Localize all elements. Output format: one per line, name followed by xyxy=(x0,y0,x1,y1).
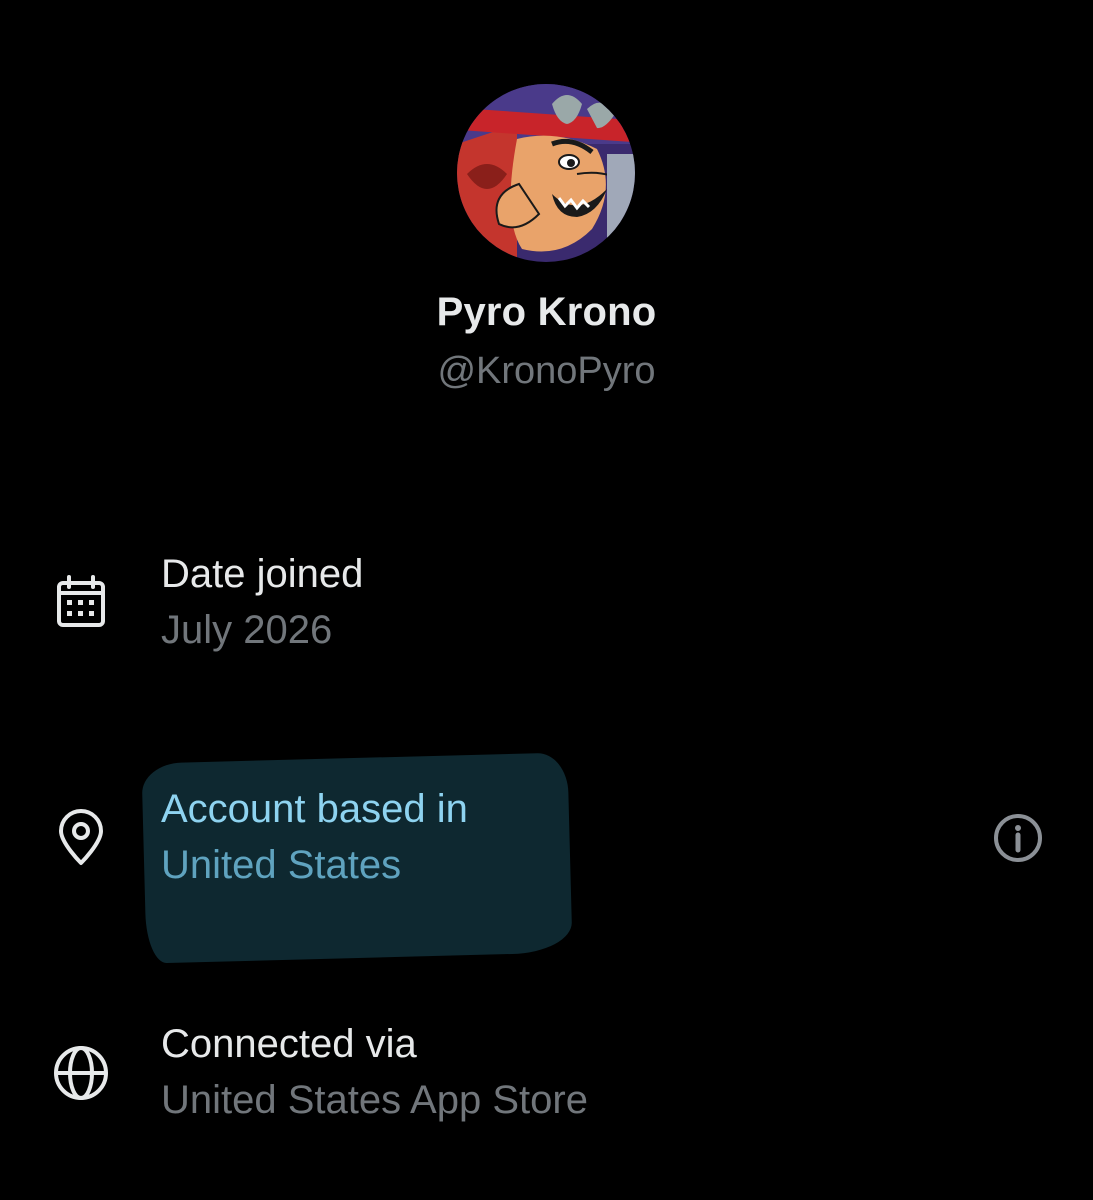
user-handle: @KronoPyro xyxy=(437,350,656,392)
profile-avatar[interactable] xyxy=(457,84,635,262)
connected-via-label: Connected via xyxy=(161,1022,417,1066)
display-name: Pyro Krono xyxy=(436,290,657,334)
account-based-row: Account based in United States xyxy=(0,785,1093,905)
date-joined-row: Date joined July 2026 xyxy=(0,550,1093,670)
calendar-icon xyxy=(52,574,110,632)
location-pin-icon xyxy=(52,809,110,867)
globe-icon xyxy=(52,1044,110,1102)
connected-via-row: Connected via United States App Store xyxy=(0,1020,1093,1140)
date-joined-label: Date joined xyxy=(161,552,364,596)
date-joined-value: July 2026 xyxy=(161,608,333,652)
account-based-label: Account based in xyxy=(161,787,468,831)
info-circle-icon[interactable] xyxy=(990,810,1046,866)
account-based-value: United States xyxy=(161,843,402,887)
cartoon-villain-avatar-image xyxy=(457,84,635,262)
connected-via-value: United States App Store xyxy=(161,1078,588,1122)
